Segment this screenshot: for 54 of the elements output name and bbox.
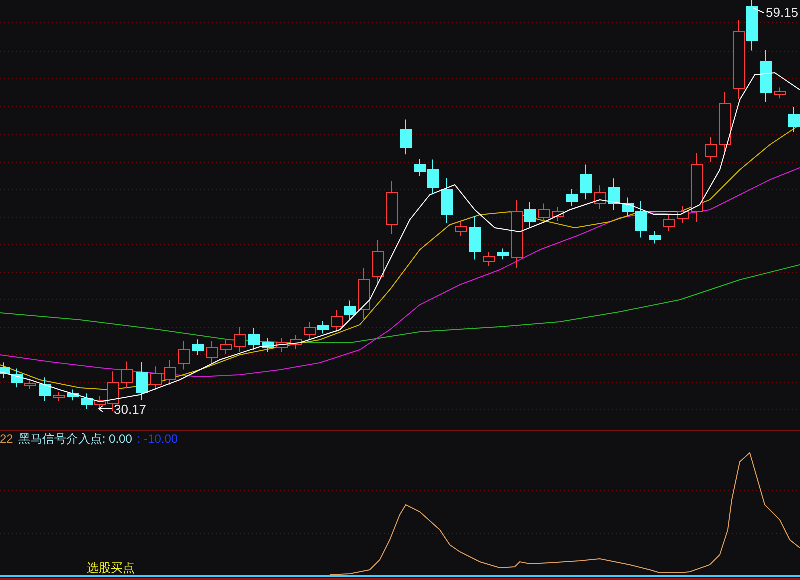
candlestick (344, 300, 356, 320)
candlestick (552, 206, 564, 222)
candlestick (358, 268, 370, 320)
candlestick (677, 206, 689, 224)
candlestick (538, 203, 550, 224)
candlestick (594, 185, 606, 210)
candlestick (497, 248, 509, 260)
candlestick (136, 362, 148, 400)
candlestick (580, 164, 592, 200)
candlestick (441, 178, 453, 224)
candlestick (774, 87, 786, 100)
candlestick (483, 252, 495, 266)
candlestick (788, 106, 800, 133)
candlestick (121, 361, 133, 390)
price-label: 59.15 (766, 5, 799, 21)
indicator-value: : -10.00 (137, 431, 178, 447)
indicator-name: 黑马信号介入点: 0.00 (18, 431, 132, 447)
candlestick (649, 230, 661, 244)
candlestick (705, 136, 717, 163)
candlestick (317, 320, 329, 334)
candlestick (469, 216, 481, 260)
candlestick (663, 214, 675, 232)
candlestick (248, 328, 260, 350)
candlestick (566, 188, 578, 207)
indicator-period: 22 (0, 431, 14, 447)
candlestick (719, 92, 731, 156)
leader-line (752, 8, 764, 14)
candlestick (234, 326, 246, 353)
candlestick (290, 334, 302, 350)
candlestick (386, 180, 398, 235)
candlestick (164, 360, 176, 386)
candlestick (608, 178, 620, 211)
candlestick (304, 322, 316, 340)
signal-label: 选股买点 (87, 562, 135, 575)
candlestick (39, 377, 51, 402)
candlestick (455, 222, 467, 236)
candlestick (67, 389, 79, 402)
candlestick (220, 340, 232, 354)
candlestick (53, 392, 65, 402)
candlestick (331, 310, 343, 332)
candlestick (760, 50, 772, 103)
candlestick (178, 340, 190, 370)
candlestick (262, 338, 274, 352)
candlestick (372, 240, 384, 286)
candlestick (150, 366, 162, 391)
candlestick (400, 119, 412, 156)
leader-line (98, 406, 112, 412)
candlestick (192, 339, 204, 356)
price-label: 30.17 (114, 402, 147, 418)
candlestick (276, 338, 288, 352)
candlestick (81, 393, 93, 410)
candlestick (691, 152, 703, 222)
candlestick (0, 362, 10, 379)
candlestick (206, 340, 218, 364)
